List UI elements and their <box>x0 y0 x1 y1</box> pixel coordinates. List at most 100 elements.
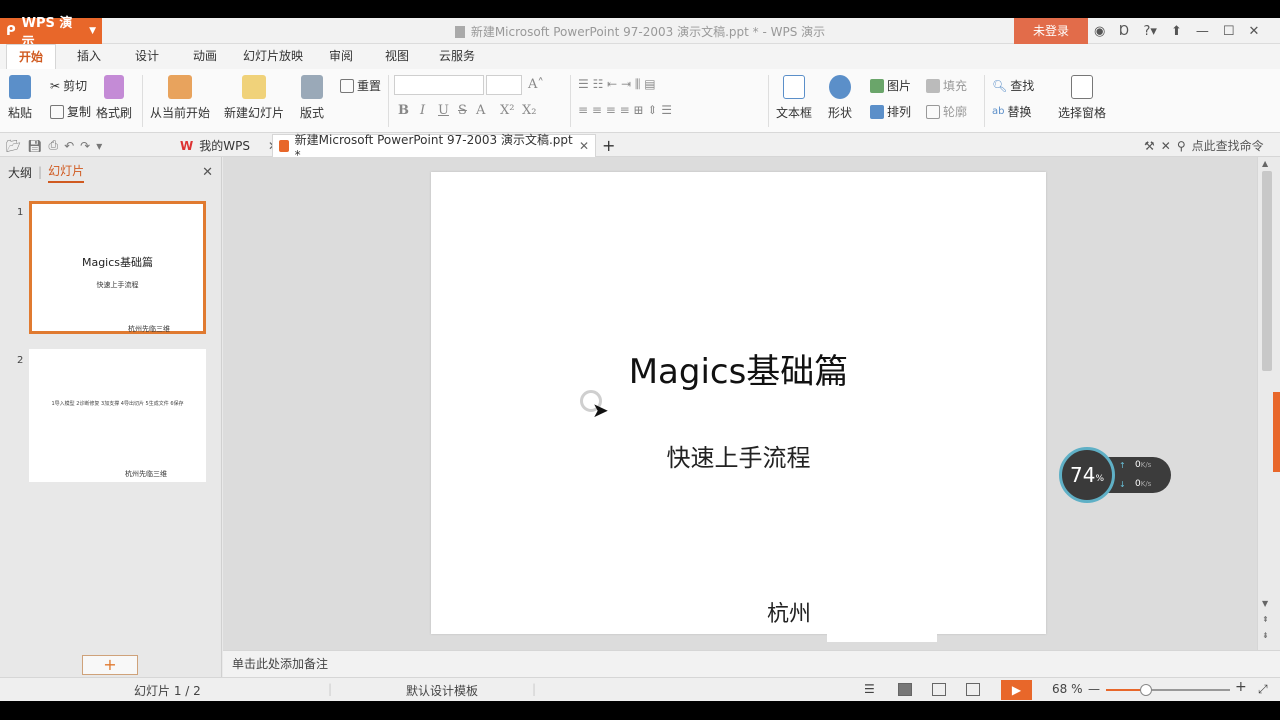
find-button[interactable]: 🔍︎ 查找 <box>992 77 1034 94</box>
upload-rate-unit: K/s <box>1140 461 1152 469</box>
plus-icon: + <box>103 655 117 674</box>
slideshow-play-button[interactable]: ▶ <box>1001 680 1032 700</box>
subscript-button[interactable]: X₂ <box>522 103 536 118</box>
underline-button[interactable]: U <box>438 103 449 118</box>
zoom-slider-knob[interactable] <box>1140 684 1152 696</box>
align-icons[interactable]: ≡ ≡ ≡ ≡ ⊞ ⇕ ☰ <box>578 103 672 117</box>
zoom-out-icon[interactable]: — <box>1088 682 1100 696</box>
minimize-icon[interactable]: — <box>1196 24 1209 39</box>
format-painter-button[interactable]: 格式刷 <box>96 75 132 121</box>
slide-thumbnail-1[interactable]: Magics基础篇 快速上手流程 杭州先临三维 <box>29 201 206 334</box>
current-slide[interactable]: Magics基础篇 快速上手流程 杭州 ➤ <box>431 172 1046 642</box>
slide-sorter-icon[interactable] <box>932 683 946 696</box>
bold-button[interactable]: B <box>398 103 409 118</box>
add-slide-button[interactable]: + <box>82 655 138 675</box>
replace-label: 替换 <box>1007 105 1032 119</box>
network-speed-widget[interactable]: 74% ↑ 0K/s ↓ 0K/s <box>1059 447 1171 503</box>
save-icon[interactable]: 💾︎ <box>27 139 42 153</box>
font-size-combo[interactable] <box>486 75 522 95</box>
copy-button[interactable]: 复制 <box>50 103 91 120</box>
tools-icon[interactable]: ⚒ <box>1144 139 1155 153</box>
slide-title[interactable]: Magics基础篇 <box>431 344 1046 393</box>
close-icon[interactable]: ✕ <box>1249 24 1260 39</box>
tab-insert[interactable]: 插入 <box>66 44 112 69</box>
tab-document[interactable]: 新建Microsoft PowerPoint 97-2003 演示文稿.ppt … <box>272 133 596 162</box>
paste-button[interactable]: 粘贴 <box>8 75 32 121</box>
superscript-button[interactable]: X² <box>500 103 514 118</box>
pin-icon[interactable]: ⬆ <box>1171 24 1182 39</box>
layout-label: 版式 <box>300 106 325 120</box>
replace-button[interactable]: ab 替换 <box>992 103 1032 120</box>
zoom-level[interactable]: 68 % <box>1052 682 1083 696</box>
tab-animation[interactable]: 动画 <box>182 44 228 69</box>
document-icon <box>454 26 465 38</box>
scroll-thumb[interactable] <box>1262 171 1272 371</box>
zoom-slider[interactable] <box>1106 684 1230 696</box>
outline-button[interactable]: 轮廓 <box>926 103 967 120</box>
open-icon[interactable]: 📂︎ <box>6 139 21 153</box>
play-icon: ▶ <box>1011 683 1022 697</box>
zoom-in-icon[interactable]: + <box>1235 679 1247 695</box>
quick-access-toolbar[interactable]: 📂︎ 💾︎ ⎙ ↶ ↷ ▾ <box>0 134 108 157</box>
new-slide-label: 新建幻灯片 <box>224 106 285 120</box>
bullets-icon[interactable]: ☰ ☷ ⇤ ⇥ ⫼ ▤ <box>578 77 656 92</box>
feedback-icon[interactable]: Ɒ <box>1119 24 1129 39</box>
undo-icon[interactable]: ↶ <box>64 139 74 153</box>
textbox-button[interactable]: 文本框 <box>776 75 812 121</box>
reading-view-icon[interactable] <box>966 683 980 696</box>
tab-home[interactable]: 开始 <box>6 44 56 69</box>
font-color-button[interactable]: A <box>476 103 485 118</box>
arrange-button[interactable]: 排列 <box>870 103 911 120</box>
close-icon[interactable]: ✕ <box>579 139 589 153</box>
login-button[interactable]: 未登录 <box>1014 18 1088 44</box>
reset-label: 重置 <box>357 79 382 93</box>
layout-button[interactable]: 版式 <box>300 75 324 121</box>
close-icon[interactable]: ✕ <box>202 165 213 180</box>
font-name-combo[interactable] <box>394 75 484 95</box>
tab-cloud[interactable]: 云服务 <box>432 44 482 69</box>
notes-area[interactable]: 单击此处添加备注 <box>223 650 1280 677</box>
tab-slides[interactable]: 幻灯片 <box>48 162 85 183</box>
from-current-button[interactable]: 从当前开始 <box>150 75 210 121</box>
tab-review[interactable]: 审阅 <box>318 44 364 69</box>
print-icon[interactable]: ⎙ <box>48 138 58 153</box>
shape-button[interactable]: 形状 <box>828 75 852 121</box>
strikethrough-button[interactable]: S <box>458 103 467 118</box>
increase-font-icon[interactable]: A˄ <box>528 77 544 92</box>
tab-my-wps[interactable]: W 我的WPS ✕ <box>174 134 284 157</box>
chevron-down-icon[interactable]: ▾ <box>96 139 102 153</box>
next-slide-icon[interactable]: ⇟ <box>1262 631 1269 640</box>
scroll-down-icon[interactable]: ▼ <box>1262 599 1268 608</box>
slide-thumbnail-2[interactable]: 1导入模型 2诊断修复 3加支撑 4导出切片 5生成文件 6保存 杭州先临三维 <box>29 349 206 482</box>
command-search[interactable]: ⚒ ✕ ⚲ 点此查找命令 <box>1138 134 1270 157</box>
prev-slide-icon[interactable]: ⇞ <box>1262 615 1269 624</box>
fill-button[interactable]: 填充 <box>926 77 967 94</box>
slide-occluding-shape <box>827 582 937 642</box>
new-tab-button[interactable]: + <box>596 134 621 157</box>
notes-toggle-icon[interactable]: ☰ <box>864 682 875 696</box>
design-template[interactable]: 默认设计模板 <box>406 682 478 699</box>
tab-slideshow[interactable]: 幻灯片放映 <box>238 44 308 69</box>
tab-outline[interactable]: 大纲 <box>8 164 32 181</box>
window-title: 新建Microsoft PowerPoint 97-2003 演示文稿.ppt … <box>0 23 1280 40</box>
bottom-black-strip <box>0 701 1280 720</box>
help-icon[interactable]: ?▾ <box>1144 24 1157 39</box>
scroll-up-icon[interactable]: ▲ <box>1262 159 1268 168</box>
cut-button[interactable]: ✂ 剪切 <box>50 77 87 94</box>
reset-button[interactable]: 重置 <box>340 77 381 94</box>
copy-label: 复制 <box>67 105 92 119</box>
close-icon[interactable]: ✕ <box>1161 139 1171 153</box>
italic-button[interactable]: I <box>420 103 425 118</box>
fit-window-icon[interactable]: ⤢ <box>1258 682 1268 697</box>
maximize-icon[interactable]: ☐ <box>1223 24 1235 39</box>
tab-view[interactable]: 视图 <box>374 44 420 69</box>
normal-view-icon[interactable] <box>898 683 912 696</box>
slide-footer[interactable]: 杭州 <box>767 596 811 628</box>
picture-button[interactable]: 图片 <box>870 77 911 94</box>
selection-pane-button[interactable]: 选择窗格 <box>1058 75 1106 121</box>
skin-icon[interactable]: ◉ <box>1094 24 1105 39</box>
redo-icon[interactable]: ↷ <box>80 139 90 153</box>
new-slide-button[interactable]: 新建幻灯片 <box>224 75 284 121</box>
tab-design[interactable]: 设计 <box>124 44 170 69</box>
slide-subtitle[interactable]: 快速上手流程 <box>431 438 1046 473</box>
